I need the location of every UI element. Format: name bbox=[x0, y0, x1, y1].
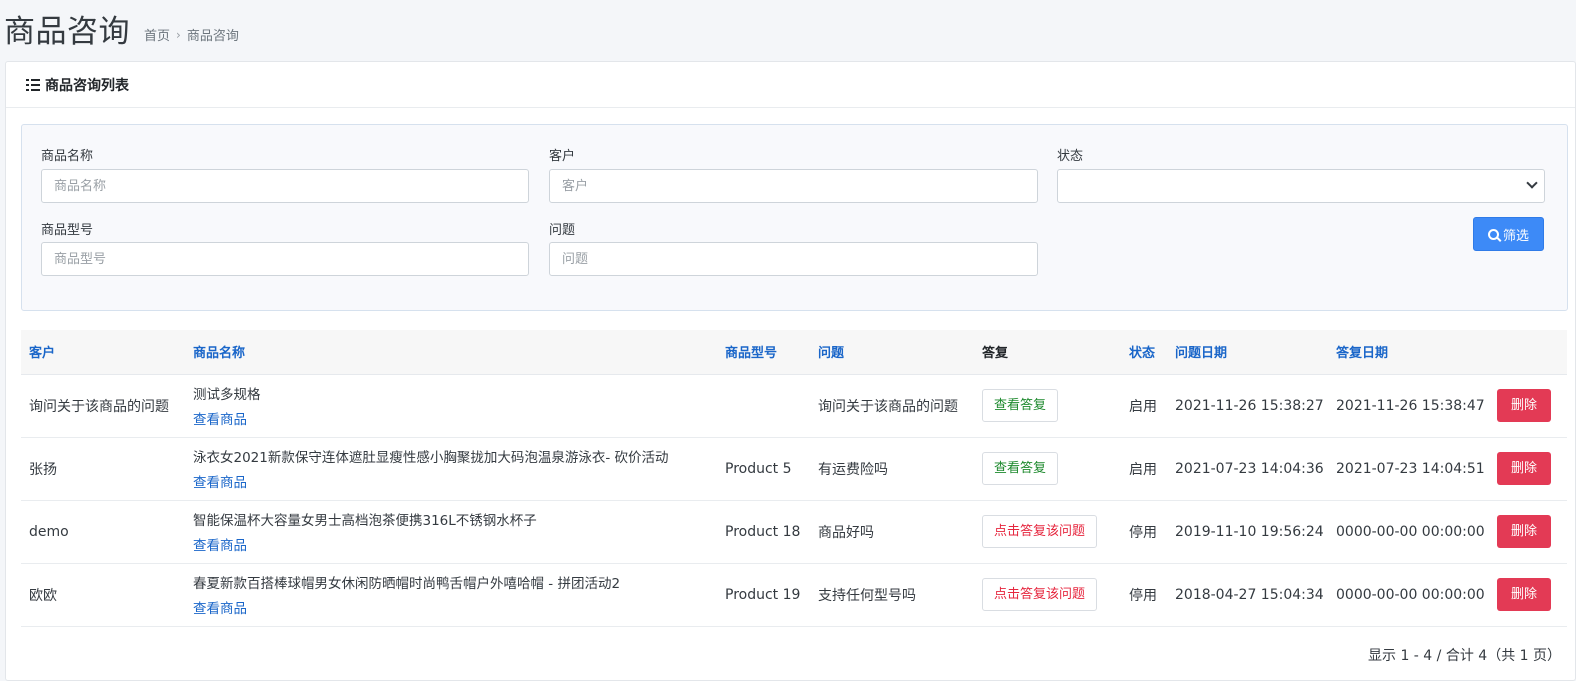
breadcrumb: 首页 › 商品咨询 bbox=[144, 25, 239, 45]
col-model-header[interactable]: 商品型号 bbox=[717, 330, 810, 375]
cell-product: 泳衣女2021新款保守连体遮肚显瘦性感小胸聚拢加大码泡温泉游泳衣- 砍价活动 查… bbox=[185, 437, 717, 500]
card-title: 商品咨询列表 bbox=[45, 77, 129, 94]
breadcrumb-current: 商品咨询 bbox=[186, 29, 239, 44]
customer-input[interactable] bbox=[549, 169, 1038, 203]
cell-reply: 查看答复 bbox=[974, 374, 1121, 437]
col-actions-header bbox=[1489, 330, 1567, 375]
table-row: 欧欧 春夏新款百搭棒球帽男女休闲防晒帽时尚鸭舌帽户外嘻哈帽 - 拼团活动2 查看… bbox=[21, 563, 1567, 626]
delete-button[interactable]: 删除 bbox=[1497, 515, 1551, 548]
cell-status: 启用 bbox=[1129, 398, 1157, 415]
col-question-date-header[interactable]: 问题日期 bbox=[1167, 330, 1328, 375]
table-row: 询问关于该商品的问题 测试多规格 查看商品 询问关于该商品的问题 查看答复 启用… bbox=[21, 374, 1567, 437]
table-header-row: 客户 商品名称 商品型号 问题 答复 状态 问题日期 答复日期 bbox=[21, 330, 1567, 375]
breadcrumb-separator-icon: › bbox=[176, 27, 181, 42]
cell-question: 支持任何型号吗 bbox=[818, 587, 916, 604]
cell-status: 启用 bbox=[1129, 461, 1157, 478]
status-select[interactable] bbox=[1057, 169, 1545, 203]
cell-customer: 询问关于该商品的问题 bbox=[29, 398, 169, 415]
cell-model: Product 18 bbox=[725, 523, 801, 540]
inquiry-table: 客户 商品名称 商品型号 问题 答复 状态 问题日期 答复日期 询问关于该商品的… bbox=[21, 330, 1567, 627]
cell-question: 询问关于该商品的问题 bbox=[818, 398, 958, 415]
product-name-input[interactable] bbox=[41, 169, 529, 203]
col-question-header[interactable]: 问题 bbox=[810, 330, 974, 375]
delete-button[interactable]: 删除 bbox=[1497, 452, 1551, 485]
reply-question-button[interactable]: 点击答复该问题 bbox=[982, 515, 1098, 548]
filter-panel: 商品名称 客户 状态 商品型号 问题 筛选 bbox=[21, 124, 1568, 311]
cell-status: 停用 bbox=[1129, 524, 1157, 541]
model-input[interactable] bbox=[41, 242, 529, 276]
cell-reply-date: 0000-00-00 00:00:00 bbox=[1336, 523, 1485, 540]
cell-customer: 欧欧 bbox=[29, 587, 57, 604]
product-name-label: 商品名称 bbox=[41, 149, 94, 164]
cell-question-date: 2019-11-10 19:56:24 bbox=[1175, 523, 1324, 540]
cell-reply-date: 2021-11-26 15:38:47 bbox=[1336, 397, 1485, 414]
card-header: 商品咨询列表 bbox=[6, 62, 1575, 108]
cell-product: 测试多规格 查看商品 bbox=[185, 374, 717, 437]
cell-product: 春夏新款百搭棒球帽男女休闲防晒帽时尚鸭舌帽户外嘻哈帽 - 拼团活动2 查看商品 bbox=[185, 563, 717, 626]
page-title: 商品咨询 bbox=[4, 14, 130, 50]
cell-actions: 删除 bbox=[1489, 563, 1567, 626]
breadcrumb-home-link[interactable]: 首页 bbox=[144, 25, 170, 44]
col-customer-header[interactable]: 客户 bbox=[21, 330, 185, 375]
filter-button[interactable]: 筛选 bbox=[1473, 217, 1544, 251]
list-icon bbox=[26, 78, 40, 91]
table-row: 张扬 泳衣女2021新款保守连体遮肚显瘦性感小胸聚拢加大码泡温泉游泳衣- 砍价活… bbox=[21, 437, 1567, 500]
col-status-header[interactable]: 状态 bbox=[1121, 330, 1167, 375]
chevron-down-icon bbox=[1526, 177, 1538, 189]
col-reply-header: 答复 bbox=[974, 330, 1121, 375]
cell-question: 商品好吗 bbox=[818, 524, 874, 541]
model-label: 商品型号 bbox=[41, 223, 94, 238]
cell-customer: 张扬 bbox=[29, 461, 57, 478]
status-label: 状态 bbox=[1057, 149, 1084, 164]
inquiry-list-card: 商品咨询列表 商品名称 客户 状态 商品型号 问题 筛选 客户 商品名称 商品型… bbox=[5, 61, 1576, 681]
view-reply-button[interactable]: 查看答复 bbox=[982, 452, 1059, 485]
reply-question-button[interactable]: 点击答复该问题 bbox=[982, 578, 1098, 611]
search-icon bbox=[1487, 228, 1499, 240]
cell-reply: 点击答复该问题 bbox=[974, 563, 1121, 626]
pagination-summary: 显示 1 - 4 / 合计 4（共 1 页） bbox=[1368, 648, 1561, 664]
cell-status: 停用 bbox=[1129, 587, 1157, 604]
view-product-link[interactable]: 查看商品 bbox=[193, 601, 247, 617]
view-product-link[interactable]: 查看商品 bbox=[193, 475, 247, 491]
view-reply-button[interactable]: 查看答复 bbox=[982, 389, 1059, 422]
cell-question: 有运费险吗 bbox=[818, 461, 888, 478]
cell-model: Product 5 bbox=[725, 460, 792, 477]
question-input[interactable] bbox=[549, 242, 1038, 276]
cell-reply-date: 0000-00-00 00:00:00 bbox=[1336, 586, 1485, 603]
view-product-link[interactable]: 查看商品 bbox=[193, 538, 247, 554]
cell-product: 智能保温杯大容量女男士高档泡茶便携316L不锈钢水杯子 查看商品 bbox=[185, 500, 717, 563]
cell-question-date: 2021-07-23 14:04:36 bbox=[1175, 460, 1324, 477]
cell-question-date: 2021-11-26 15:38:27 bbox=[1175, 397, 1324, 414]
page-header: 商品咨询 首页 › 商品咨询 bbox=[4, 8, 239, 52]
question-label: 问题 bbox=[549, 223, 576, 238]
cell-actions: 删除 bbox=[1489, 500, 1567, 563]
cell-reply: 查看答复 bbox=[974, 437, 1121, 500]
product-name: 智能保温杯大容量女男士高档泡茶便携316L不锈钢水杯子 bbox=[193, 513, 537, 529]
cell-reply: 点击答复该问题 bbox=[974, 500, 1121, 563]
delete-button[interactable]: 删除 bbox=[1497, 578, 1551, 611]
col-reply-date-header[interactable]: 答复日期 bbox=[1328, 330, 1489, 375]
cell-actions: 删除 bbox=[1489, 374, 1567, 437]
cell-customer: demo bbox=[29, 523, 69, 540]
customer-label: 客户 bbox=[549, 149, 576, 164]
product-name: 泳衣女2021新款保守连体遮肚显瘦性感小胸聚拢加大码泡温泉游泳衣- 砍价活动 bbox=[193, 450, 669, 466]
cell-actions: 删除 bbox=[1489, 437, 1567, 500]
cell-reply-date: 2021-07-23 14:04:51 bbox=[1336, 460, 1485, 477]
product-name: 测试多规格 bbox=[193, 387, 261, 403]
delete-button[interactable]: 删除 bbox=[1497, 389, 1551, 422]
filter-button-label: 筛选 bbox=[1502, 228, 1529, 244]
cell-question-date: 2018-04-27 15:04:34 bbox=[1175, 586, 1324, 603]
cell-model: Product 19 bbox=[725, 586, 801, 603]
cell-model bbox=[717, 374, 810, 437]
col-product-name-header[interactable]: 商品名称 bbox=[185, 330, 717, 375]
table-row: demo 智能保温杯大容量女男士高档泡茶便携316L不锈钢水杯子 查看商品 Pr… bbox=[21, 500, 1567, 563]
view-product-link[interactable]: 查看商品 bbox=[193, 412, 247, 428]
product-name: 春夏新款百搭棒球帽男女休闲防晒帽时尚鸭舌帽户外嘻哈帽 - 拼团活动2 bbox=[193, 576, 621, 592]
